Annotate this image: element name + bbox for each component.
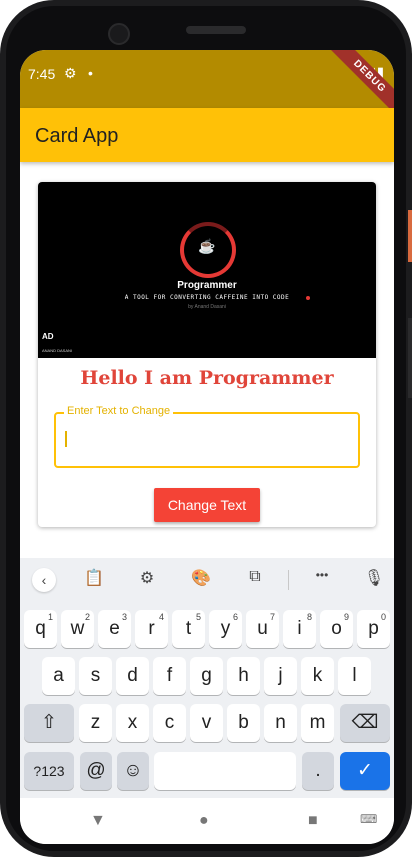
nav-recents-icon[interactable]: ■ — [308, 812, 318, 830]
coffee-cup-icon: ☕ — [198, 238, 216, 254]
keyboard-switch-icon[interactable]: ⌨ — [360, 812, 377, 826]
soft-keyboard: ‹ 📋 ⚙ 🎨 ⧉ ••• 🎙 q1w2e3r4t5y6u7i8o9p0 asd… — [20, 558, 394, 798]
nav-home-icon[interactable]: ● — [199, 812, 209, 830]
key-s[interactable]: s — [79, 657, 112, 695]
banner-byline: by Anand Dasani — [188, 304, 226, 310]
key-label: e — [109, 618, 120, 639]
resize-keyboard-icon[interactable]: ⧉ — [243, 568, 267, 592]
key-number-hint: 9 — [343, 612, 349, 622]
volume-button — [408, 210, 412, 262]
key-number-hint: 6 — [232, 612, 238, 622]
brand-logo-caption: ANAND DASANI — [42, 348, 73, 353]
key-label: p — [368, 618, 379, 639]
key-e[interactable]: e3 — [98, 610, 131, 648]
keyboard-settings-icon[interactable]: ⚙ — [135, 568, 159, 592]
settings-notification-icon: ⚙ — [64, 65, 77, 81]
key-a[interactable]: a — [42, 657, 75, 695]
key-i[interactable]: i8 — [283, 610, 316, 648]
red-dot-graphic — [306, 296, 310, 300]
key-k[interactable]: k — [301, 657, 334, 695]
change-text-button[interactable]: Change Text — [154, 488, 260, 522]
key-t[interactable]: t5 — [172, 610, 205, 648]
key-y[interactable]: y6 — [209, 610, 242, 648]
key-label: q — [35, 618, 46, 639]
key-w[interactable]: w2 — [61, 610, 94, 648]
key-n[interactable]: n — [264, 704, 297, 742]
screen: 7:45 ⚙ • ▾◢▮ DEBUG Card App ☕ Programmer… — [20, 50, 394, 844]
brand-logo: AD — [42, 332, 54, 341]
theme-palette-icon[interactable]: 🎨 — [189, 568, 213, 592]
key-label: w — [70, 618, 85, 639]
status-bar: 7:45 ⚙ • ▾◢▮ DEBUG — [20, 50, 394, 122]
key-number-hint: 0 — [380, 612, 386, 622]
nav-back-icon[interactable]: ▼ — [90, 812, 106, 830]
key-number-hint: 2 — [84, 612, 90, 622]
key-label: y — [220, 618, 231, 639]
key-q[interactable]: q1 — [24, 610, 57, 648]
key-l[interactable]: l — [338, 657, 371, 695]
front-camera — [108, 23, 130, 45]
key-label: r — [148, 618, 155, 639]
key-label: i — [297, 618, 302, 639]
key-d[interactable]: d — [116, 657, 149, 695]
key-h[interactable]: h — [227, 657, 260, 695]
key-number-hint: 5 — [195, 612, 201, 622]
key-j[interactable]: j — [264, 657, 297, 695]
key-f[interactable]: f — [153, 657, 186, 695]
input-label: Enter Text to Change — [64, 405, 174, 417]
text-cursor — [65, 431, 67, 447]
keyboard-toolbar: ‹ 📋 ⚙ 🎨 ⧉ ••• 🎙 — [20, 558, 394, 602]
key-x[interactable]: x — [116, 704, 149, 742]
space-key[interactable] — [154, 752, 296, 790]
key-o[interactable]: o9 — [320, 610, 353, 648]
key-b[interactable]: b — [227, 704, 260, 742]
emoji-key[interactable]: ☺ — [117, 752, 149, 790]
banner-title: Programmer — [177, 280, 237, 291]
key-r[interactable]: r4 — [135, 610, 168, 648]
key-label: t — [185, 618, 192, 639]
key-v[interactable]: v — [190, 704, 223, 742]
period-key[interactable]: . — [302, 752, 334, 790]
programmer-banner-image: ☕ Programmer A TOOL FOR CONVERTING CAFFE… — [38, 182, 376, 358]
key-m[interactable]: m — [301, 704, 334, 742]
clipboard-icon[interactable]: 📋 — [82, 568, 106, 592]
key-number-hint: 4 — [158, 612, 164, 622]
mic-off-icon[interactable]: 🎙 — [362, 568, 386, 592]
key-c[interactable]: c — [153, 704, 186, 742]
key-p[interactable]: p0 — [357, 610, 390, 648]
change-text-input[interactable]: Enter Text to Change — [54, 405, 360, 468]
system-nav-bar: ▼ ● ■ ⌨ — [20, 798, 394, 844]
key-z[interactable]: z — [79, 704, 112, 742]
more-options-icon[interactable]: ••• — [310, 568, 334, 592]
key-number-hint: 3 — [121, 612, 127, 622]
banner-subtitle: A TOOL FOR CONVERTING CAFFEINE INTO CODE — [124, 294, 290, 301]
earpiece-speaker — [186, 26, 246, 34]
notification-dot-icon: • — [88, 65, 93, 81]
app-title: Card App — [35, 125, 119, 147]
key-number-hint: 1 — [47, 612, 53, 622]
symbols-key[interactable]: ?123 — [24, 752, 74, 790]
power-button — [408, 318, 412, 398]
shift-key[interactable]: ⇧ — [24, 704, 74, 742]
at-key[interactable]: @ — [80, 752, 112, 790]
profile-card: ☕ Programmer A TOOL FOR CONVERTING CAFFE… — [38, 182, 376, 527]
key-number-hint: 7 — [269, 612, 275, 622]
phone-frame: 7:45 ⚙ • ▾◢▮ DEBUG Card App ☕ Programmer… — [0, 0, 412, 857]
key-u[interactable]: u7 — [246, 610, 279, 648]
key-label: o — [331, 618, 342, 639]
enter-key[interactable]: ✓ — [340, 752, 390, 790]
key-number-hint: 8 — [306, 612, 312, 622]
toolbar-divider — [288, 570, 289, 590]
key-label: u — [257, 618, 268, 639]
status-time: 7:45 — [28, 66, 56, 82]
key-g[interactable]: g — [190, 657, 223, 695]
app-bar: Card App — [20, 108, 394, 162]
keyboard-back-icon[interactable]: ‹ — [32, 568, 56, 592]
card-heading: Hello I am Programmer — [80, 367, 334, 389]
backspace-key[interactable]: ⌫ — [340, 704, 390, 742]
